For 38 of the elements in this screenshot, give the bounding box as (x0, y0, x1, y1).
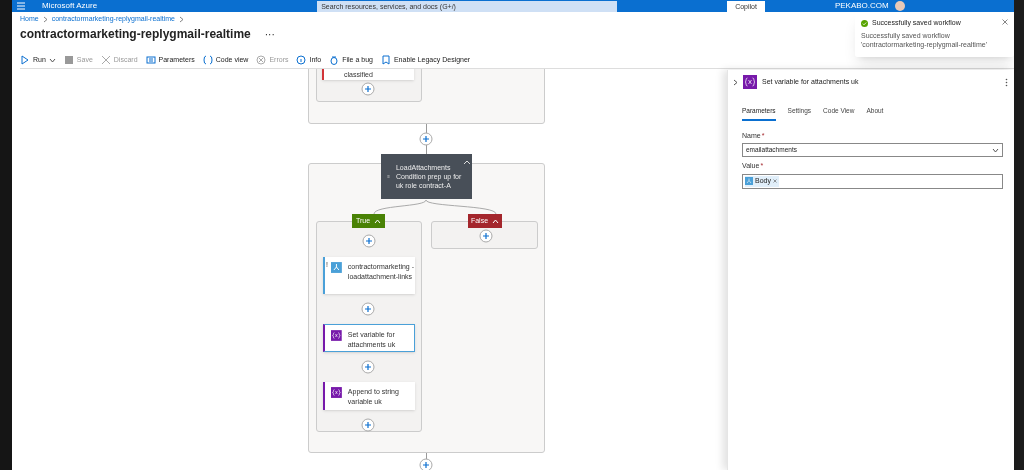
success-icon (861, 19, 868, 27)
close-icon[interactable] (1002, 19, 1008, 25)
caret-icon (48, 57, 56, 63)
chevron-right-icon (42, 15, 48, 23)
save-icon (63, 55, 74, 66)
add-icon[interactable] (361, 302, 375, 316)
add-icon[interactable] (361, 418, 375, 432)
close-icon (100, 55, 111, 66)
workflow-icon (331, 262, 342, 273)
add-icon[interactable] (419, 132, 433, 146)
error-icon (256, 55, 267, 66)
workflow-icon (745, 177, 753, 186)
braces-icon (202, 55, 213, 66)
chevron-down-icon (992, 147, 999, 153)
bookmark-icon (380, 55, 391, 66)
brand-name: Microsoft Azure (42, 1, 98, 11)
chevron-right-icon[interactable] (733, 78, 738, 86)
variable-icon (331, 387, 342, 398)
add-icon[interactable] (419, 458, 433, 470)
variable-icon (331, 330, 342, 341)
caret-up-icon[interactable] (463, 160, 471, 165)
bug-icon (329, 55, 340, 66)
add-icon[interactable] (362, 234, 376, 248)
add-icon[interactable] (361, 82, 375, 96)
condition-icon (387, 173, 390, 180)
add-icon[interactable] (478, 229, 493, 243)
chevron-right-icon (179, 15, 184, 23)
menu-icon[interactable] (16, 2, 26, 10)
parameters-icon (145, 55, 156, 66)
variable-icon (743, 75, 757, 89)
avatar[interactable] (894, 1, 905, 11)
info-icon (296, 55, 307, 66)
page-title: contractormarketing-replygmail-realtime (20, 26, 251, 43)
close-icon[interactable] (772, 179, 777, 184)
add-icon[interactable] (361, 360, 375, 374)
more-button[interactable]: ··· (264, 26, 275, 42)
play-icon (20, 55, 30, 66)
account-name: PEKABO.COM (834, 1, 889, 11)
